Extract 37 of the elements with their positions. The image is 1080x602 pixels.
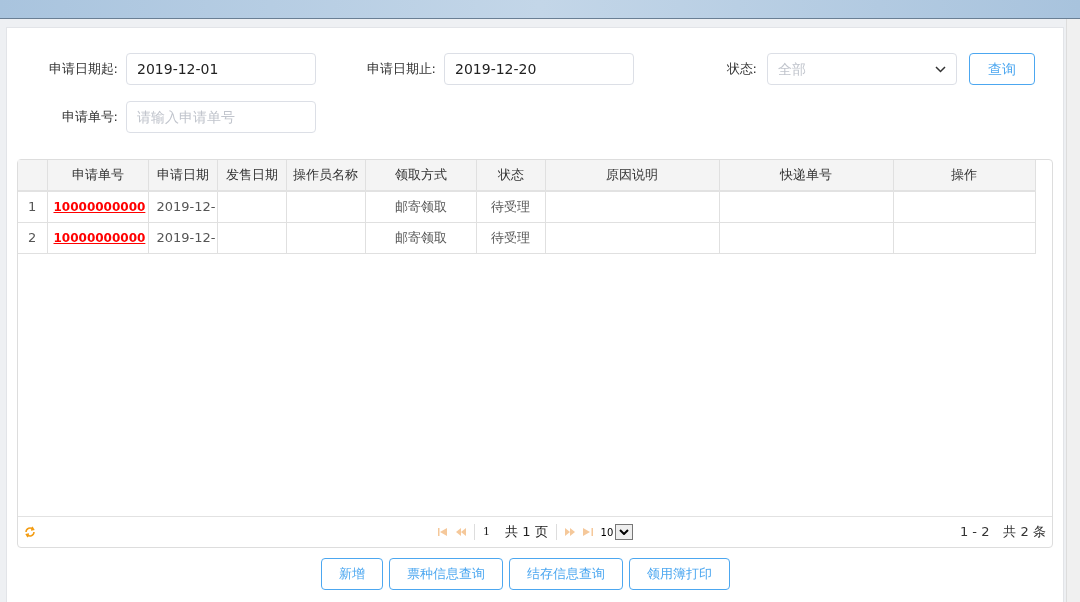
next-page-icon[interactable]: [564, 528, 575, 536]
field-label: 申请单号:: [60, 108, 118, 127]
total-pages: 共 1 页: [505, 523, 548, 542]
first-page-icon[interactable]: [438, 528, 448, 536]
table-cell: 邮寄领取: [365, 222, 476, 253]
column-header[interactable]: 状态: [476, 160, 545, 191]
previous-page-icon[interactable]: [456, 528, 466, 536]
input-field[interactable]: 2019-12-01: [126, 53, 316, 85]
row-number: 2: [18, 222, 47, 253]
column-header[interactable]: 操作员名称: [286, 160, 365, 191]
page-number-field[interactable]: 1: [483, 523, 497, 541]
column-header[interactable]: 操作: [893, 160, 1035, 191]
column-header[interactable]: 申请单号: [47, 160, 148, 191]
column-header[interactable]: 原因说明: [545, 160, 719, 191]
table-cell: 待受理: [476, 222, 545, 253]
application-number-link[interactable]: 10000000000: [47, 222, 148, 253]
last-page-icon[interactable]: [582, 528, 593, 536]
field-label: 申请日期止:: [365, 60, 436, 79]
column-header[interactable]: 快递单号: [719, 160, 893, 191]
record-range: 1 - 2: [959, 523, 990, 542]
chevron-down-icon: [935, 65, 946, 73]
table-cell: 2019-12-: [148, 191, 217, 222]
table-cell: 邮寄领取: [365, 191, 476, 222]
row-number: 1: [18, 191, 47, 222]
table-cell: 2019-12-: [148, 222, 217, 253]
field-label: 状态:: [726, 60, 757, 79]
column-header[interactable]: 发售日期: [217, 160, 286, 191]
refresh-icon[interactable]: [24, 526, 36, 538]
input-field[interactable]: 2019-12-20: [444, 53, 634, 85]
record-total: 共 2 条: [1003, 523, 1046, 542]
input-field[interactable]: 请输入申请单号: [126, 101, 316, 133]
application-number-link[interactable]: 10000000000: [47, 191, 148, 222]
table-cell: 待受理: [476, 191, 545, 222]
chevron-down-icon: [619, 529, 630, 535]
field-label: 申请日期起:: [47, 60, 118, 79]
column-header[interactable]: 领取方式: [365, 160, 476, 191]
column-header[interactable]: 申请日期: [148, 160, 217, 191]
